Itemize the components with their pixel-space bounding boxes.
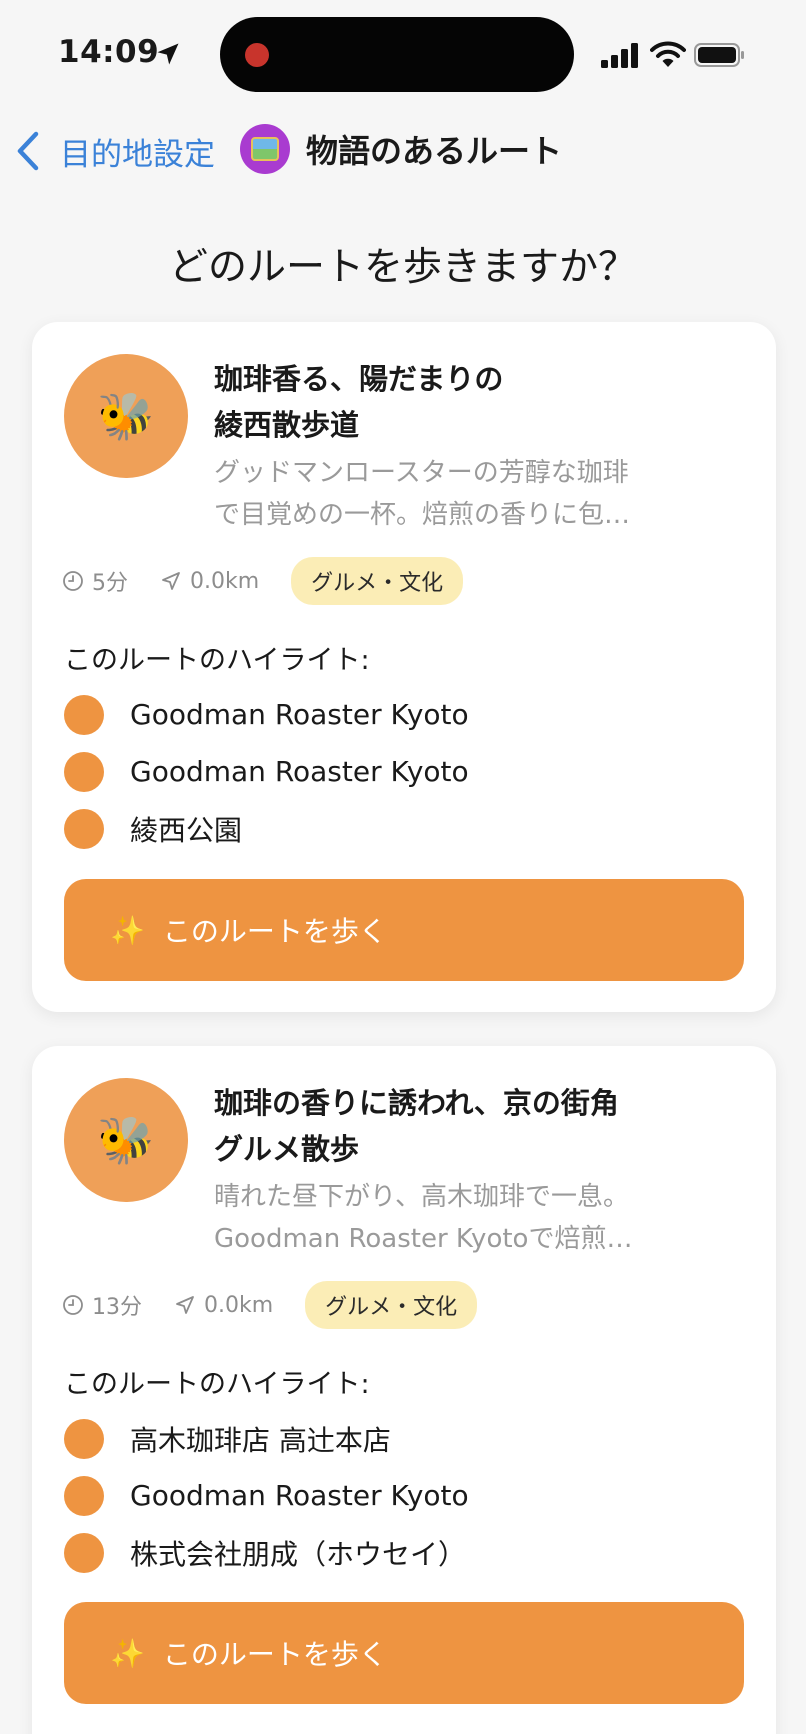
highlight-item: 株式会社朋成（ホウセイ） [64, 1524, 469, 1581]
route-card: 🐝 珈琲の香りに誘われ、京の街角 グルメ散歩 晴れた昼下がり、高木珈琲で一息。 … [32, 1046, 776, 1734]
highlights-list: Goodman Roaster Kyoto Goodman Roaster Ky… [64, 686, 469, 857]
camera-indicator-icon [245, 43, 269, 67]
distance-value: 0.0km [204, 1292, 274, 1318]
route-title-line: 綾西散歩道 [214, 408, 360, 442]
highlight-item: Goodman Roaster Kyoto [64, 743, 469, 800]
walk-route-label: このルートを歩く [162, 915, 387, 948]
cellular-signal-icon [601, 43, 638, 68]
route-title-line: 珈琲香る、陽だまりの [214, 362, 504, 396]
highlights-title: このルートのハイライト: [64, 645, 370, 676]
bee-avatar-icon: 🐝 [64, 354, 188, 478]
route-meta: 5分 0.0km グルメ・文化 [62, 557, 464, 605]
walk-route-button[interactable]: ✨ このルートを歩く [64, 1602, 744, 1704]
wifi-icon [650, 41, 686, 67]
route-title-line: グルメ散歩 [214, 1132, 360, 1166]
highlight-label: Goodman Roaster Kyoto [130, 1479, 469, 1512]
route-description-line: Goodman Roaster Kyotoで焙煎… [214, 1224, 633, 1254]
route-card: 🐝 珈琲香る、陽だまりの 綾西散歩道 グッドマンロースターの芳醇な珈琲 で目覚め… [32, 322, 776, 1012]
chevron-left-icon [17, 131, 39, 171]
map-picture-icon [240, 124, 290, 174]
route-meta: 13分 0.0km グルメ・文化 [62, 1281, 478, 1329]
distance-meta: 0.0km [174, 1293, 273, 1318]
status-bar: 14:09 [0, 0, 806, 100]
highlights-title: このルートのハイライト: [64, 1369, 370, 1400]
sparkles-icon: ✨ [110, 1636, 145, 1670]
nav-title-group: 物語のあるルート [240, 124, 562, 174]
dynamic-island [220, 17, 574, 92]
section-heading: どのルートを歩きますか？ [168, 245, 637, 290]
duration-meta: 13分 [62, 1289, 142, 1321]
highlight-dot-icon [64, 1418, 104, 1459]
highlights-list: 高木珈琲店 高辻本店 Goodman Roaster Kyoto 株式会社朋成（… [64, 1410, 469, 1581]
walk-route-label: このルートを歩く [162, 1638, 387, 1671]
duration-value: 5分 [92, 571, 128, 596]
highlight-dot-icon [64, 694, 104, 735]
distance-meta: 0.0km [160, 569, 259, 594]
route-title: 珈琲香る、陽だまりの 綾西散歩道 [214, 356, 744, 448]
highlight-dot-icon [64, 808, 104, 849]
route-description: グッドマンロースターの芳醇な珈琲 で目覚めの一杯。焙煎の香りに包… [214, 452, 714, 536]
page-title: 物語のあるルート [306, 132, 563, 170]
back-button[interactable]: 目的地設定 [14, 126, 215, 176]
highlight-item: Goodman Roaster Kyoto [64, 1467, 469, 1524]
bee-avatar-icon: 🐝 [64, 1078, 188, 1202]
battery-icon [694, 43, 744, 67]
navigation-bar: 目的地設定 物語のあるルート [0, 118, 806, 182]
highlight-dot-icon [64, 1475, 104, 1516]
route-description-line: で目覚めの一杯。焙煎の香りに包… [214, 500, 631, 530]
highlight-item: 綾西公園 [64, 800, 469, 857]
highlight-item: 高木珈琲店 高辻本店 [64, 1410, 469, 1467]
back-label: 目的地設定 [60, 136, 215, 173]
category-badge: グルメ・文化 [305, 1281, 478, 1329]
route-description-line: グッドマンロースターの芳醇な珈琲 [214, 458, 629, 488]
route-description-line: 晴れた昼下がり、高木珈琲で一息。 [214, 1182, 629, 1212]
navigation-arrow-icon [176, 1296, 194, 1314]
highlight-dot-icon [64, 751, 104, 792]
highlight-label: Goodman Roaster Kyoto [130, 698, 469, 731]
location-arrow-icon [157, 43, 179, 65]
route-selection-screen: 14:09 目的地設定 物語のあるルート どのルートを歩きますか？ 🐝 珈琲香る… [0, 0, 806, 1734]
highlight-label: Goodman Roaster Kyoto [130, 755, 469, 788]
route-description: 晴れた昼下がり、高木珈琲で一息。 Goodman Roaster Kyotoで焙… [214, 1176, 714, 1260]
highlight-label: 綾西公園 [130, 813, 243, 847]
highlight-item: Goodman Roaster Kyoto [64, 686, 469, 743]
sparkles-icon: ✨ [110, 913, 145, 947]
navigation-arrow-icon [162, 572, 180, 590]
walk-route-button[interactable]: ✨ このルートを歩く [64, 879, 744, 981]
duration-meta: 5分 [62, 565, 128, 597]
route-title-line: 珈琲の香りに誘われ、京の街角 [214, 1086, 619, 1120]
route-title: 珈琲の香りに誘われ、京の街角 グルメ散歩 [214, 1080, 744, 1172]
distance-value: 0.0km [190, 568, 260, 594]
clock-icon [63, 571, 83, 591]
highlight-label: 高木珈琲店 高辻本店 [130, 1423, 391, 1457]
clock-icon [63, 1295, 83, 1315]
category-badge: グルメ・文化 [291, 557, 464, 605]
highlight-label: 株式会社朋成（ホウセイ） [130, 1537, 467, 1571]
status-time: 14:09 [58, 34, 160, 70]
duration-value: 13分 [92, 1295, 142, 1320]
highlight-dot-icon [64, 1532, 104, 1573]
